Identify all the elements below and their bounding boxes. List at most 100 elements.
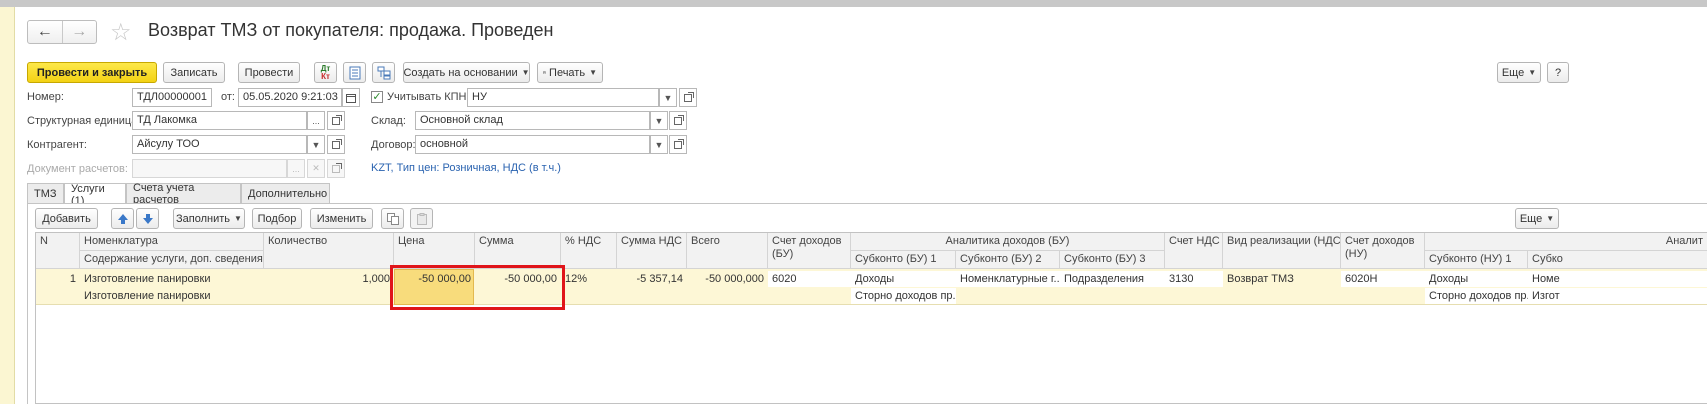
kpn-checkbox[interactable]: ✓ bbox=[371, 91, 383, 103]
move-up-icon[interactable] bbox=[111, 208, 134, 229]
cell-subconto-bu-3[interactable]: Подразделения bbox=[1060, 271, 1165, 287]
col-header-subconto-bu-1[interactable]: Субконто (БУ) 1 bbox=[851, 251, 956, 269]
clear-icon[interactable]: ✕ bbox=[307, 159, 325, 178]
change-button[interactable]: Изменить bbox=[310, 208, 373, 229]
tab-additional[interactable]: Дополнительно bbox=[241, 183, 330, 204]
cell-vat-sum[interactable]: -5 357,14 bbox=[617, 271, 687, 287]
cell-subconto-bu-1-b[interactable]: Сторно доходов пр... bbox=[851, 288, 956, 304]
tab-services[interactable]: Услуги (1) bbox=[64, 183, 126, 207]
cell-n[interactable]: 1 bbox=[36, 271, 80, 287]
chevron-down-icon: ▼ bbox=[1528, 68, 1537, 77]
window-top-strip bbox=[0, 0, 1707, 7]
cell-subconto-nu-2[interactable]: Номе bbox=[1528, 271, 1707, 287]
col-header-analytics-nu[interactable]: Аналит bbox=[1425, 233, 1707, 251]
col-header-price[interactable]: Цена bbox=[394, 233, 475, 269]
cell-total[interactable]: -50 000,000 bbox=[687, 271, 768, 287]
col-header-income-acc-nu[interactable]: Счет доходов (НУ) bbox=[1341, 233, 1425, 269]
cell-income-acc-bu[interactable]: 6020 bbox=[768, 271, 851, 287]
copy-icon[interactable] bbox=[381, 208, 404, 229]
help-button[interactable]: ? bbox=[1547, 62, 1569, 83]
favorite-star-icon[interactable]: ☆ bbox=[110, 18, 132, 47]
open-icon[interactable] bbox=[669, 135, 687, 154]
cell-income-acc-nu[interactable]: 6020Н bbox=[1341, 271, 1425, 287]
col-header-total[interactable]: Всего bbox=[687, 233, 768, 269]
cell-qty[interactable]: 1,000 bbox=[264, 271, 394, 287]
chevron-down-icon: ▼ bbox=[589, 68, 597, 77]
col-header-qty[interactable]: Количество bbox=[264, 233, 394, 269]
number-field[interactable]: ТДЛ00000001 bbox=[132, 88, 212, 107]
structure-icon[interactable] bbox=[372, 62, 395, 83]
chevron-down-icon: ▼ bbox=[1546, 214, 1555, 223]
cell-sale-type[interactable]: Возврат ТМЗ bbox=[1223, 271, 1341, 287]
col-header-n[interactable]: N bbox=[36, 233, 80, 269]
open-icon[interactable] bbox=[327, 135, 345, 154]
col-header-income-acc-bu[interactable]: Счет доходов (БУ) bbox=[768, 233, 851, 269]
back-arrow-icon[interactable]: ← bbox=[28, 21, 63, 43]
cell-content[interactable]: Изготовление панировки bbox=[80, 288, 264, 304]
move-down-icon[interactable] bbox=[136, 208, 159, 229]
post-and-close-button[interactable]: Провести и закрыть bbox=[27, 62, 157, 83]
col-header-subconto-bu-3[interactable]: Субконто (БУ) 3 bbox=[1060, 251, 1165, 269]
date-label: от: bbox=[221, 91, 235, 103]
left-panel-strip bbox=[0, 7, 15, 404]
cell-subconto-nu-1[interactable]: Доходы bbox=[1425, 271, 1528, 287]
number-label: Номер: bbox=[27, 91, 64, 103]
fill-button[interactable]: Заполнить ▼ bbox=[173, 208, 245, 229]
printer-icon bbox=[543, 71, 547, 74]
print-button[interactable]: Печать ▼ bbox=[537, 62, 603, 83]
calendar-icon[interactable] bbox=[342, 88, 360, 107]
col-header-vat-sum[interactable]: Сумма НДС bbox=[617, 233, 687, 269]
open-icon[interactable] bbox=[327, 159, 345, 178]
col-header-subconto-nu-1[interactable]: Субконто (НУ) 1 bbox=[1425, 251, 1528, 269]
structural-unit-field[interactable]: ТД Лакомка bbox=[132, 111, 307, 130]
open-icon[interactable] bbox=[669, 111, 687, 130]
kt-label: Кт bbox=[321, 71, 330, 81]
more-button[interactable]: Еще ▼ bbox=[1497, 62, 1541, 83]
forward-arrow-icon[interactable]: → bbox=[63, 21, 97, 43]
date-field[interactable]: 05.05.2020 9:21:03 bbox=[238, 88, 342, 107]
select-dots-icon[interactable]: ... bbox=[287, 159, 305, 178]
save-button[interactable]: Записать bbox=[163, 62, 225, 83]
counterparty-field[interactable]: Айсулу ТОО bbox=[132, 135, 307, 154]
col-header-vat-acc[interactable]: Счет НДС bbox=[1165, 233, 1223, 269]
cell-subconto-nu-1-b[interactable]: Сторно доходов пр... bbox=[1425, 288, 1528, 304]
chevron-down-icon[interactable]: ▼ bbox=[650, 111, 668, 130]
select-dots-icon[interactable]: ... bbox=[307, 111, 325, 130]
contract-field[interactable]: основной bbox=[415, 135, 650, 154]
more-label: Еще bbox=[1501, 66, 1525, 79]
chevron-down-icon[interactable]: ▼ bbox=[307, 135, 325, 154]
dt-kt-button[interactable]: Дт Кт bbox=[314, 62, 337, 83]
cell-vat-acc[interactable]: 3130 bbox=[1165, 271, 1223, 287]
add-row-button[interactable]: Добавить bbox=[35, 208, 98, 229]
col-header-sale-type[interactable]: Вид реализации (НДС) bbox=[1223, 233, 1341, 269]
table-more-button[interactable]: Еще ▼ bbox=[1515, 208, 1559, 229]
col-header-analytics-bu[interactable]: Аналитика доходов (БУ) bbox=[851, 233, 1165, 251]
cell-subconto-bu-2[interactable]: Номенклатурные г... bbox=[956, 271, 1060, 287]
warehouse-field[interactable]: Основной склад bbox=[415, 111, 650, 130]
cell-vat-pct[interactable]: 12% bbox=[561, 271, 617, 287]
col-header-subconto-bu-2[interactable]: Субконто (БУ) 2 bbox=[956, 251, 1060, 269]
pick-button[interactable]: Подбор bbox=[252, 208, 302, 229]
settlement-doc-field[interactable] bbox=[132, 159, 287, 178]
paste-icon[interactable] bbox=[410, 208, 433, 229]
price-info-link[interactable]: KZT, Тип цен: Розничная, НДС (в т.ч.) bbox=[371, 162, 561, 174]
col-header-content[interactable]: Содержание услуги, доп. сведения bbox=[80, 251, 264, 269]
tab-settlement-accounts[interactable]: Счета учета расчетов bbox=[126, 182, 241, 206]
col-header-sum[interactable]: Сумма bbox=[475, 233, 561, 269]
kpn-select[interactable]: НУ bbox=[467, 88, 659, 107]
chevron-down-icon[interactable]: ▼ bbox=[650, 135, 668, 154]
post-button[interactable]: Провести bbox=[238, 62, 300, 83]
col-header-nomenclature[interactable]: Номенклатура bbox=[80, 233, 264, 251]
tab-tmz[interactable]: ТМЗ bbox=[27, 183, 64, 204]
cell-subconto-nu-2-b[interactable]: Изгот bbox=[1528, 288, 1707, 304]
open-icon[interactable] bbox=[327, 111, 345, 130]
col-header-vat-pct[interactable]: % НДС bbox=[561, 233, 617, 269]
cell-nomenclature[interactable]: Изготовление панировки bbox=[80, 271, 264, 287]
open-icon[interactable] bbox=[679, 88, 697, 107]
warehouse-label: Склад: bbox=[371, 115, 406, 127]
report-icon[interactable] bbox=[343, 62, 366, 83]
create-based-on-button[interactable]: Создать на основании ▼ bbox=[403, 62, 530, 83]
cell-subconto-bu-1[interactable]: Доходы bbox=[851, 271, 956, 287]
col-header-subconto-nu-2[interactable]: Субко bbox=[1528, 251, 1707, 269]
chevron-down-icon[interactable]: ▼ bbox=[659, 88, 677, 107]
